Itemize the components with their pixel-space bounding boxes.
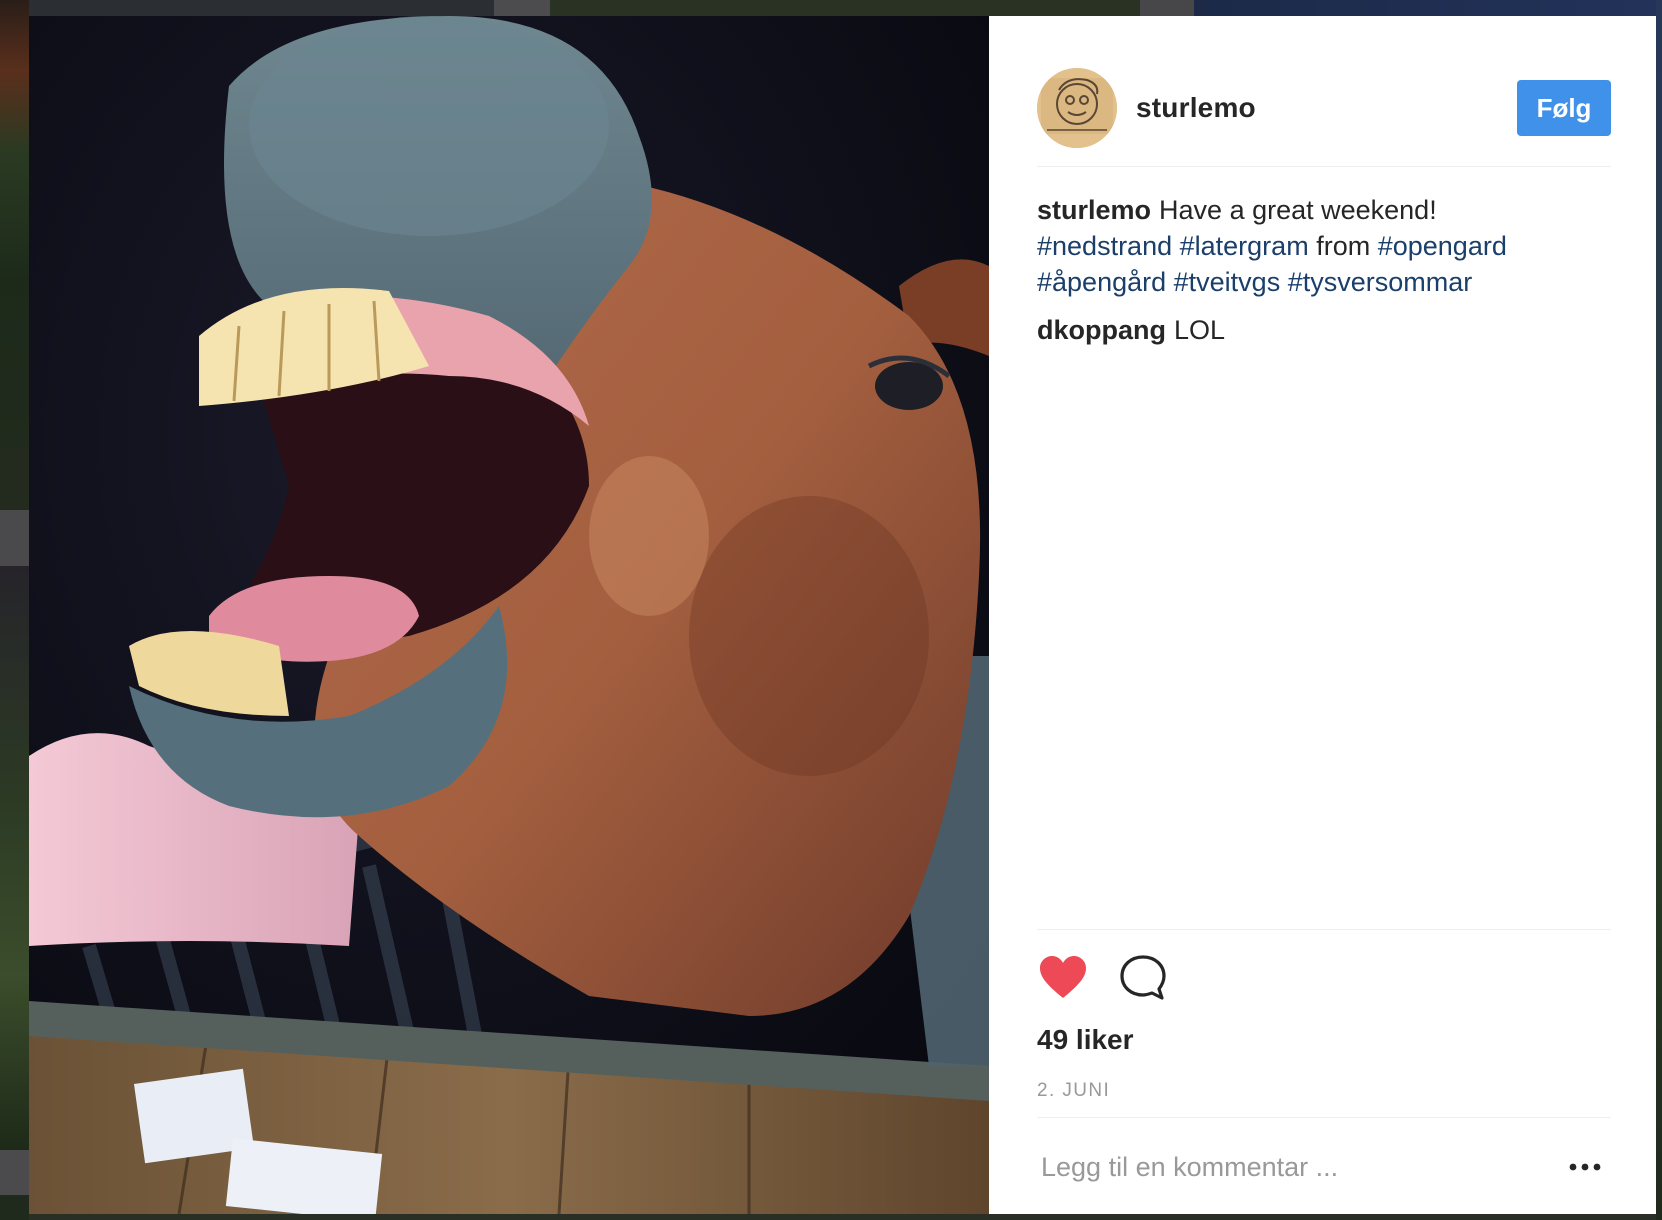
follow-button[interactable]: Følg <box>1517 80 1611 136</box>
comment-text: LOL <box>1174 315 1226 345</box>
caption-author[interactable]: sturlemo <box>1037 195 1151 225</box>
heart-icon[interactable] <box>1037 952 1089 1004</box>
post-header: sturlemo Følg <box>1037 50 1611 167</box>
background-thumbnail <box>1140 0 1194 16</box>
background-thumbnail <box>0 566 29 1150</box>
background-thumbnail <box>29 0 494 16</box>
post-author-username[interactable]: sturlemo <box>1136 92 1256 124</box>
background-thumbnail <box>1194 0 1662 16</box>
post-modal: sturlemo Følg sturlemo Have a great weeke… <box>29 16 1656 1214</box>
comment-author[interactable]: dkoppang <box>1037 315 1166 345</box>
hashtag-link[interactable]: #tysversommar <box>1288 267 1473 297</box>
speech-bubble-icon[interactable] <box>1117 952 1169 1004</box>
post-date[interactable]: 2. JUNI <box>1037 1080 1110 1102</box>
background-thumbnail <box>0 0 29 510</box>
background-thumbnail <box>1656 0 1662 1220</box>
background-thumbnail <box>494 0 550 16</box>
post-photo[interactable] <box>29 16 989 1214</box>
background-thumbnail <box>0 1195 29 1220</box>
caption-text: Have a great weekend! <box>1159 195 1437 225</box>
hashtag-link[interactable]: #nedstrand <box>1037 231 1172 261</box>
hashtag-link[interactable]: #opengard <box>1378 231 1507 261</box>
hashtag-link[interactable]: #tveitvgs <box>1174 267 1281 297</box>
hashtag-link[interactable]: #latergram <box>1180 231 1309 261</box>
comment-input[interactable] <box>1037 1142 1521 1192</box>
avatar[interactable] <box>1037 68 1117 148</box>
more-options-icon[interactable] <box>1567 1154 1603 1180</box>
comment-item: dkoppang LOL <box>1037 312 1611 348</box>
comments-list: sturlemo Have a great weekend! #nedstrand… <box>1037 192 1611 360</box>
caption: sturlemo Have a great weekend! #nedstrand… <box>1037 192 1611 300</box>
background-thumbnail <box>550 0 1140 16</box>
likes-count[interactable]: 49 liker <box>1037 1024 1134 1056</box>
caption-text: from <box>1316 231 1371 261</box>
hashtag-link[interactable]: #åpengård <box>1037 267 1166 297</box>
background-thumbnail <box>0 1150 29 1195</box>
add-comment-section <box>1037 1117 1611 1215</box>
background-thumbnail <box>0 510 29 566</box>
post-details: sturlemo Følg sturlemo Have a great weeke… <box>989 16 1656 1214</box>
